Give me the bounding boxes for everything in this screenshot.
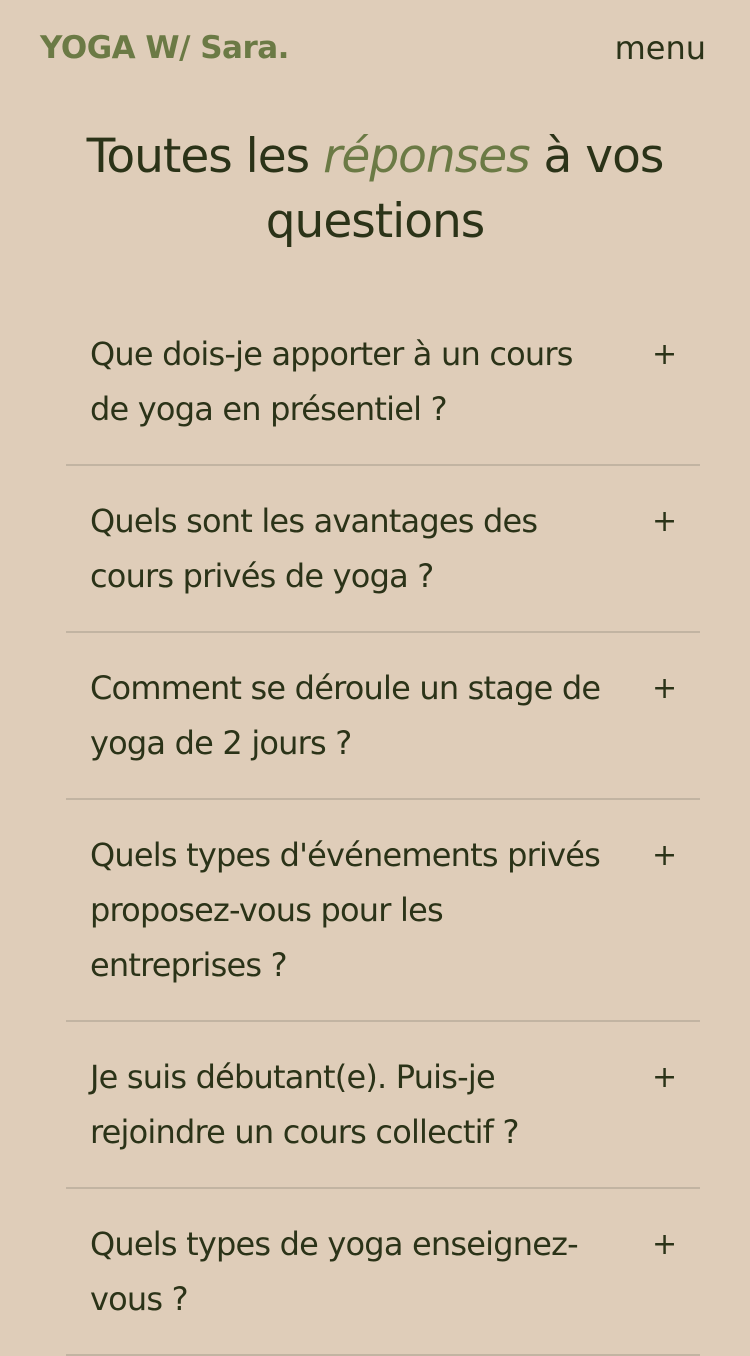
title-accent-word: réponses [323, 129, 531, 184]
faq-item[interactable]: Comment se déroule un stage de yoga de 2… [66, 633, 700, 800]
plus-icon[interactable]: + [652, 1217, 677, 1272]
faq-item[interactable]: Quels sont les avantages des cours privé… [66, 466, 700, 633]
faq-item[interactable]: Je suis débutant(e). Puis-je rejoindre u… [66, 1022, 700, 1189]
faq-question[interactable]: Je suis débutant(e). Puis-je rejoindre u… [66, 1022, 700, 1187]
faq-list: Que dois-je apporter à un cours de yoga … [66, 299, 700, 1356]
brand-logo[interactable]: YOGA W/ Sara. [40, 28, 289, 68]
faq-item[interactable]: Quels types de yoga enseignez-vous ? + [66, 1189, 700, 1356]
faq-question[interactable]: Comment se déroule un stage de yoga de 2… [66, 633, 700, 798]
page: YOGA W/ Sara. menu Toutes les réponses à… [0, 0, 750, 1356]
faq-item[interactable]: Que dois-je apporter à un cours de yoga … [66, 299, 700, 466]
plus-icon[interactable]: + [652, 1050, 677, 1105]
plus-icon[interactable]: + [652, 494, 677, 549]
faq-question[interactable]: Quels types de yoga enseignez-vous ? [66, 1189, 700, 1354]
plus-icon[interactable]: + [652, 828, 677, 883]
page-title: Toutes les réponses à vos questions [40, 124, 710, 254]
plus-icon[interactable]: + [652, 661, 677, 716]
site-header: YOGA W/ Sara. menu [0, 0, 750, 96]
plus-icon[interactable]: + [652, 327, 677, 382]
title-text-start: Toutes les [86, 129, 324, 184]
menu-button[interactable]: menu [615, 28, 706, 68]
faq-question[interactable]: Quels sont les avantages des cours privé… [66, 466, 700, 631]
faq-question[interactable]: Quels types d'événements privés proposez… [66, 800, 700, 1020]
faq-item[interactable]: Quels types d'événements privés proposez… [66, 800, 700, 1022]
faq-question[interactable]: Que dois-je apporter à un cours de yoga … [66, 299, 700, 464]
